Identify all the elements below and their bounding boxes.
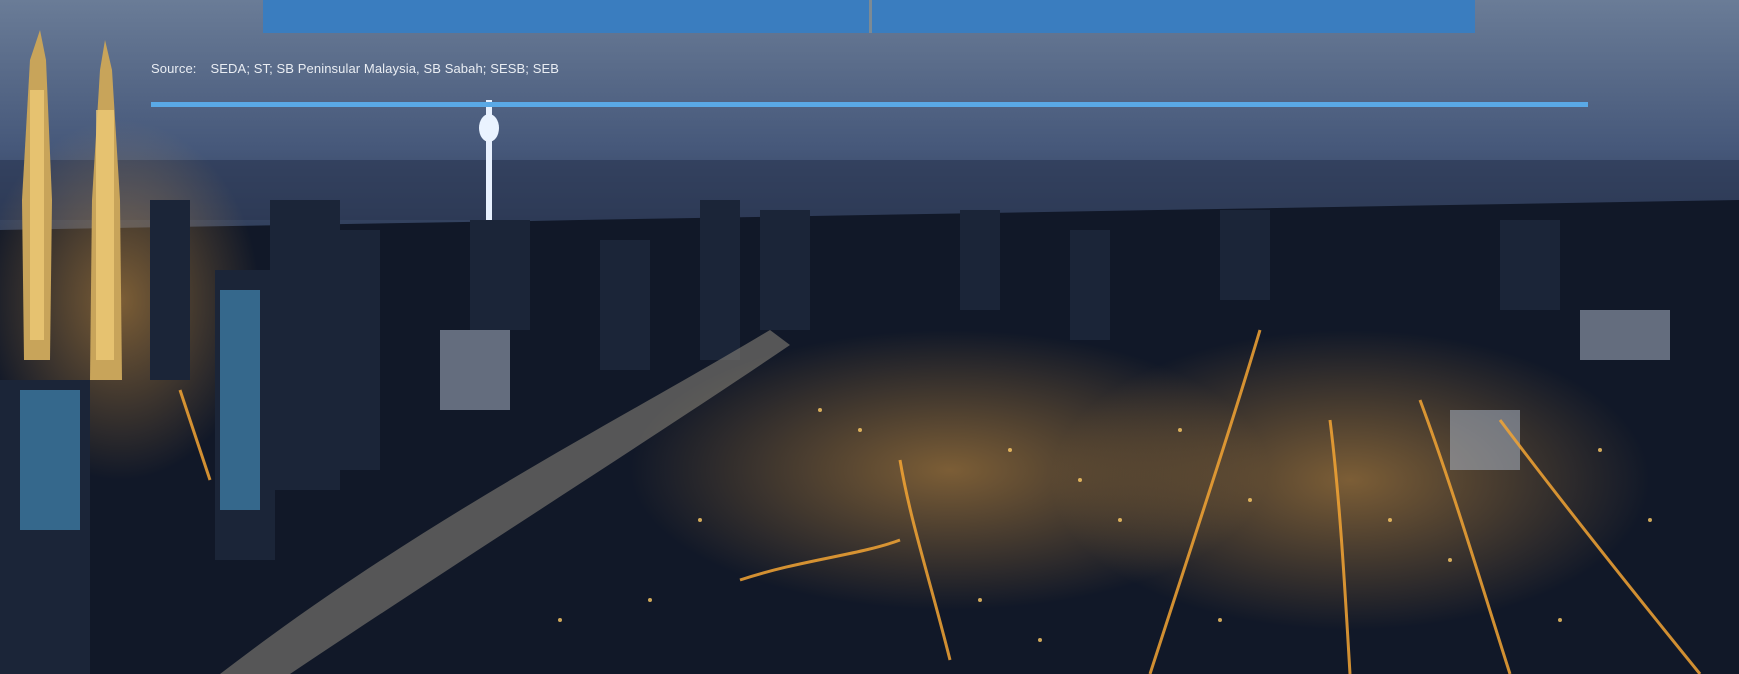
source-text: SEDA; ST; SB Peninsular Malaysia, SB Sab…	[210, 61, 560, 76]
table-cell-right	[872, 0, 1475, 33]
table-cell-left	[263, 0, 870, 33]
source-label: Source:	[151, 61, 197, 76]
source-note: Source: SEDA; ST; SB Peninsular Malaysia,…	[151, 61, 559, 76]
section-rule	[151, 102, 1588, 107]
